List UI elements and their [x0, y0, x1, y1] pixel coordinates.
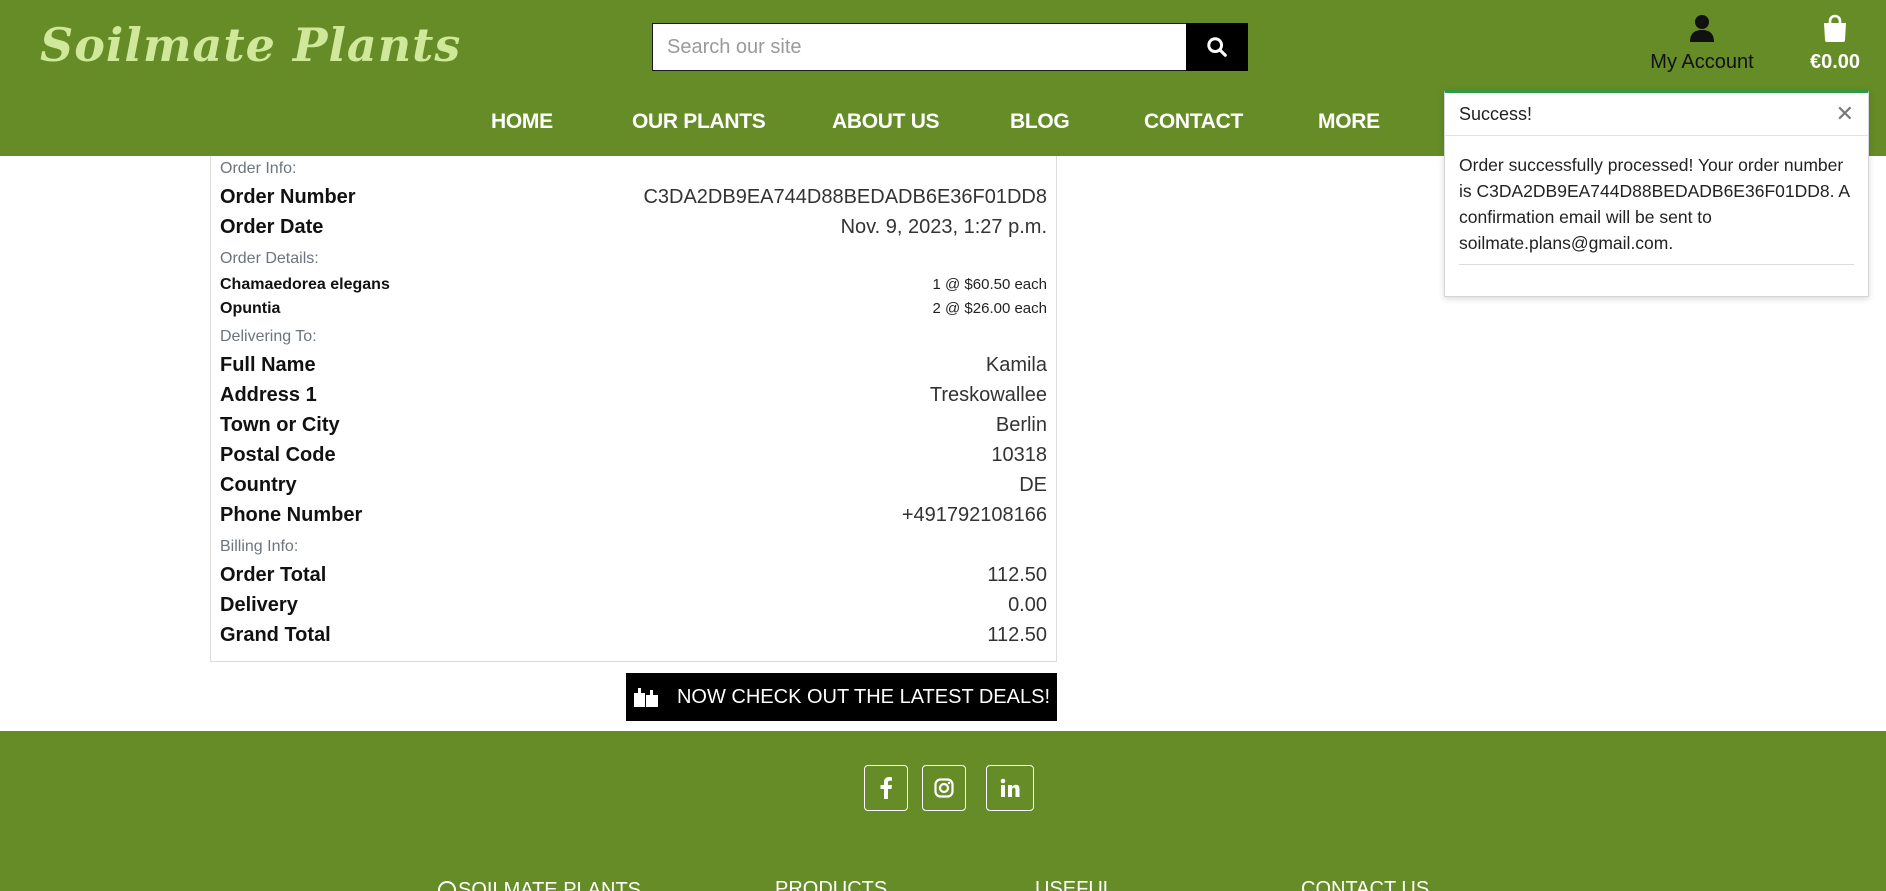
billing-value: 112.50: [987, 624, 1047, 646]
order-info-heading: Order Info:: [220, 160, 297, 177]
linkedin-icon: [1000, 778, 1020, 797]
delivery-label: Town or City: [220, 414, 340, 436]
nav-home[interactable]: HOME: [491, 110, 553, 134]
search-bar: [652, 23, 1248, 71]
nav-contact[interactable]: CONTACT: [1144, 110, 1243, 134]
order-item-row: Opuntia 2 @ $26.00 each: [220, 300, 1047, 318]
delivery-value: Treskowallee: [929, 384, 1047, 406]
my-account-link[interactable]: My Account: [1646, 14, 1758, 74]
toast-message: Order successfully processed! Your order…: [1459, 155, 1850, 253]
delivery-label: Postal Code: [220, 444, 336, 466]
billing-info-heading: Billing Info:: [220, 538, 299, 555]
my-account-label: My Account: [1650, 51, 1754, 73]
order-item-qty-price: 2 @ $26.00 each: [932, 300, 1047, 317]
nav-blog[interactable]: BLOG: [1010, 110, 1070, 134]
billing-row: Order Total 112.50: [220, 564, 1047, 587]
facebook-link[interactable]: [864, 765, 908, 811]
order-number-value: C3DA2DB9EA744D88BEDADB6E36F01DD8: [643, 186, 1047, 208]
toast-divider: [1459, 264, 1854, 265]
delivery-label: Address 1: [220, 384, 317, 406]
delivery-row: Phone Number +491792108166: [220, 504, 1047, 527]
delivery-value: Berlin: [995, 414, 1047, 436]
instagram-link[interactable]: [922, 765, 966, 811]
nav-our-plants[interactable]: OUR PLANTS: [632, 110, 766, 134]
billing-value: 0.00: [1008, 594, 1047, 616]
success-toast: Success! ✕ Order successfully processed!…: [1444, 90, 1869, 297]
shopping-bag-link[interactable]: €0.00: [1800, 14, 1870, 74]
order-item-qty-price: 1 @ $60.50 each: [932, 276, 1047, 293]
delivery-value: DE: [1019, 474, 1047, 496]
billing-label: Delivery: [220, 594, 298, 616]
site-footer: SOILMATE PLANTS PRODUCTS USEFUL CONTACT …: [0, 731, 1886, 891]
linkedin-link[interactable]: [986, 765, 1034, 811]
delivering-to-heading: Delivering To:: [220, 328, 317, 345]
billing-label: Grand Total: [220, 624, 331, 646]
delivery-value: +491792108166: [901, 504, 1047, 526]
footer-col-title: USEFUL: [1035, 878, 1114, 891]
footer-col-title: SOILMATE PLANTS: [458, 879, 642, 891]
billing-value: 112.50: [987, 564, 1047, 586]
delivery-value: 10318: [991, 444, 1047, 466]
billing-label: Order Total: [220, 564, 327, 586]
order-details-heading: Order Details:: [220, 250, 319, 267]
gift-icon: [633, 688, 658, 707]
user-icon: [1690, 15, 1714, 42]
order-number-row: Order Number C3DA2DB9EA744D88BEDADB6E36F…: [220, 186, 1047, 209]
shopping-bag-icon: [1824, 14, 1846, 42]
order-number-label: Order Number: [220, 186, 356, 208]
toast-header: Success! ✕: [1445, 93, 1868, 136]
search-input[interactable]: [652, 23, 1186, 71]
footer-col-title: PRODUCTS: [775, 878, 888, 891]
facebook-icon: [880, 777, 892, 799]
instagram-icon: [934, 778, 954, 798]
order-summary-card: Order Info: Order Number C3DA2DB9EA744D8…: [210, 156, 1057, 662]
brand-mark-icon: [438, 881, 456, 891]
delivery-label: Phone Number: [220, 504, 363, 526]
latest-deals-label: NOW CHECK OUT THE LATEST DEALS!: [676, 685, 1051, 708]
order-date-row: Order Date Nov. 9, 2023, 1:27 p.m.: [220, 216, 1047, 239]
delivery-row: Country DE: [220, 474, 1047, 497]
nav-about-us[interactable]: ABOUT US: [832, 110, 940, 134]
footer-col-brand: SOILMATE PLANTS: [436, 878, 641, 891]
billing-row: Grand Total 112.50: [220, 624, 1047, 647]
order-date-value: Nov. 9, 2023, 1:27 p.m.: [840, 216, 1047, 238]
site-logo[interactable]: Soilmate Plants: [40, 18, 461, 72]
nav-more[interactable]: MORE: [1318, 110, 1380, 134]
order-item-row: Chamaedorea elegans 1 @ $60.50 each: [220, 276, 1047, 294]
footer-col-title: CONTACT US: [1301, 878, 1430, 891]
delivery-label: Country: [220, 474, 297, 496]
order-date-label: Order Date: [220, 216, 324, 238]
toast-title: Success!: [1459, 103, 1533, 124]
order-item-name: Chamaedorea elegans: [220, 276, 390, 293]
delivery-label: Full Name: [220, 354, 316, 376]
bag-total: €0.00: [1809, 51, 1861, 73]
delivery-row: Town or City Berlin: [220, 414, 1047, 437]
delivery-row: Postal Code 10318: [220, 444, 1047, 467]
search-button[interactable]: [1186, 23, 1248, 71]
billing-row: Delivery 0.00: [220, 594, 1047, 617]
latest-deals-button[interactable]: NOW CHECK OUT THE LATEST DEALS!: [626, 673, 1057, 721]
delivery-value: Kamila: [985, 354, 1047, 376]
delivery-row: Address 1 Treskowallee: [220, 384, 1047, 407]
delivery-row: Full Name Kamila: [220, 354, 1047, 377]
order-item-name: Opuntia: [220, 300, 281, 317]
search-icon: [1207, 37, 1227, 57]
close-icon[interactable]: ✕: [1836, 103, 1854, 125]
